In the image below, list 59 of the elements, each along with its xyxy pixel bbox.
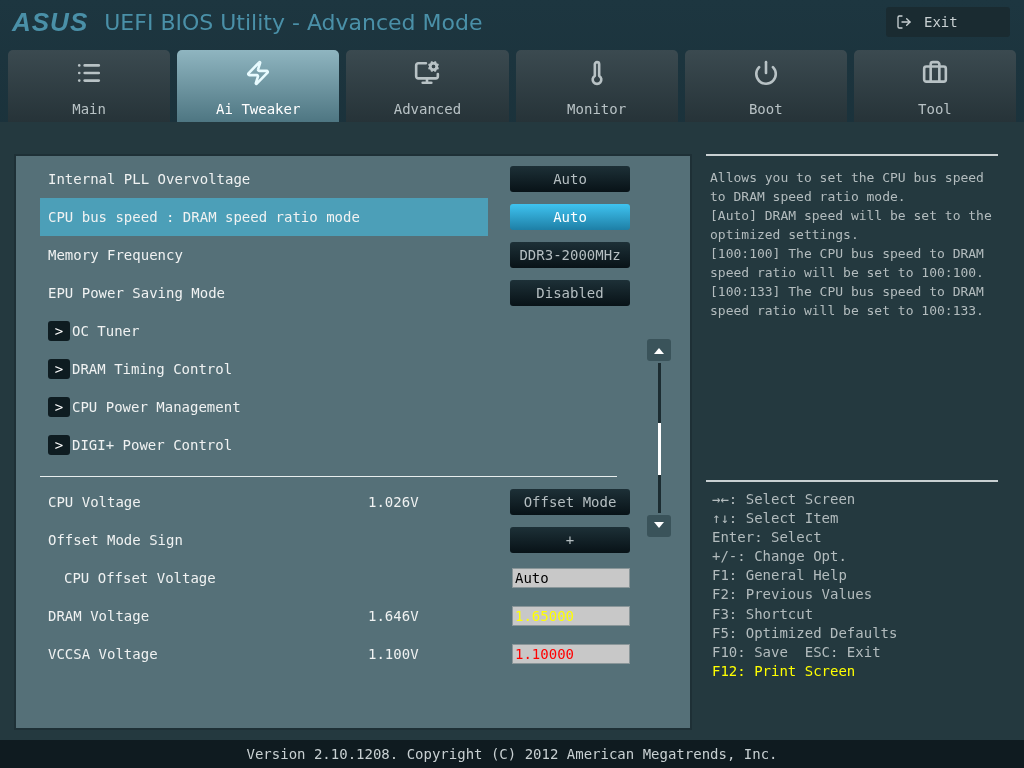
key-hint: F1: General Help xyxy=(712,566,848,586)
submenu-label[interactable]: CPU Power Management xyxy=(72,399,241,415)
key-hint: F12: Print Screen xyxy=(712,661,857,681)
setting-reading: 1.646V xyxy=(368,608,420,624)
power-icon xyxy=(752,60,779,86)
tab[interactable]: Boot xyxy=(684,50,847,122)
setting-label: CPU bus speed : DRAM speed ratio mode xyxy=(48,209,361,225)
tab[interactable]: Ai Tweaker xyxy=(177,50,340,122)
tab[interactable]: Monitor xyxy=(515,50,678,122)
setting-row[interactable]: CPU Offset Voltage xyxy=(40,559,368,597)
option-button[interactable]: Auto xyxy=(510,204,630,230)
setting-row[interactable]: VCCSA Voltage 1.100V xyxy=(40,635,496,673)
briefcase-icon xyxy=(921,60,948,86)
setting-label: CPU Voltage xyxy=(48,494,142,510)
setting-label: DRAM Voltage xyxy=(48,608,151,624)
setting-reading: 1.026V xyxy=(368,494,420,510)
key-hint: F2: Previous Values xyxy=(712,585,874,605)
setting-label: Memory Frequency xyxy=(48,247,184,263)
exit-button[interactable]: Exit xyxy=(886,7,1010,37)
monitor-gear-icon xyxy=(414,60,441,86)
setting-reading: 1.100V xyxy=(368,646,420,662)
submenu-label[interactable]: DRAM Timing Control xyxy=(72,361,233,377)
highlighted-row[interactable]: CPU bus speed : DRAM speed ratio mode xyxy=(40,198,488,236)
tab[interactable]: Advanced xyxy=(346,50,509,122)
exit-icon xyxy=(896,14,912,30)
version-text: Version 2.10.1208. Copyright (C) 2012 American Megatrends, Inc. xyxy=(246,746,778,762)
tab[interactable]: Tool xyxy=(853,50,1017,122)
option-button[interactable]: Offset Mode xyxy=(510,489,630,515)
option-button[interactable]: Auto xyxy=(510,166,630,192)
tab[interactable]: Main xyxy=(8,50,171,122)
setting-row[interactable]: Internal PLL Overvoltage xyxy=(40,160,368,198)
setting-label: Offset Mode Sign xyxy=(48,532,184,548)
key-hint: F3: Shortcut xyxy=(712,604,815,624)
submenu-label[interactable]: DIGI+ Power Control xyxy=(72,437,233,453)
option-button[interactable]: DDR3-2000MHz xyxy=(510,242,630,268)
setting-label: Internal PLL Overvoltage xyxy=(48,171,252,187)
key-hint: ↑↓: Select Item xyxy=(712,509,840,529)
key-hint: Enter: Select xyxy=(712,528,823,548)
key-hint: F10: Save ESC: Exit xyxy=(712,642,882,662)
option-button[interactable]: + xyxy=(510,527,630,553)
setting-row[interactable]: Memory Frequency xyxy=(40,236,368,274)
scrollbar[interactable] xyxy=(647,339,673,539)
setting-label: EPU Power Saving Mode xyxy=(48,285,226,301)
setting-label: VCCSA Voltage xyxy=(48,646,159,662)
key-hint: →←: Select Screen xyxy=(712,490,857,509)
setting-label: CPU Offset Voltage xyxy=(63,570,217,586)
brand-logo: ASUS xyxy=(12,6,89,38)
submenu-label[interactable]: OC Tuner xyxy=(72,323,140,339)
setting-row[interactable]: DRAM Voltage 1.646V xyxy=(40,597,496,635)
lightning-icon xyxy=(245,60,272,86)
key-hint: +/-: Change Opt. xyxy=(712,547,848,567)
help-text: Allows you to set the CPU bus speed to DRAM speed ratio mode. [Auto] DRAM speed will be set to the optimized settings. [100:100] The CPU bus speed to DRAM speed ratio will be set to 100:100. [100:133] The CPU bus speed to DRAM speed ratio will be set to 100:133. xyxy=(706,154,998,480)
option-button[interactable]: Disabled xyxy=(510,280,630,306)
setting-row[interactable]: EPU Power Saving Mode xyxy=(40,274,368,312)
value-field[interactable]: Auto xyxy=(512,568,630,588)
window-title: UEFI BIOS Utility - Advanced Mode xyxy=(104,9,484,35)
setting-row[interactable]: CPU Voltage 1.026V xyxy=(40,483,496,521)
setting-row[interactable]: Offset Mode Sign xyxy=(40,521,368,559)
key-hint: F5: Optimized Defaults xyxy=(712,623,899,643)
